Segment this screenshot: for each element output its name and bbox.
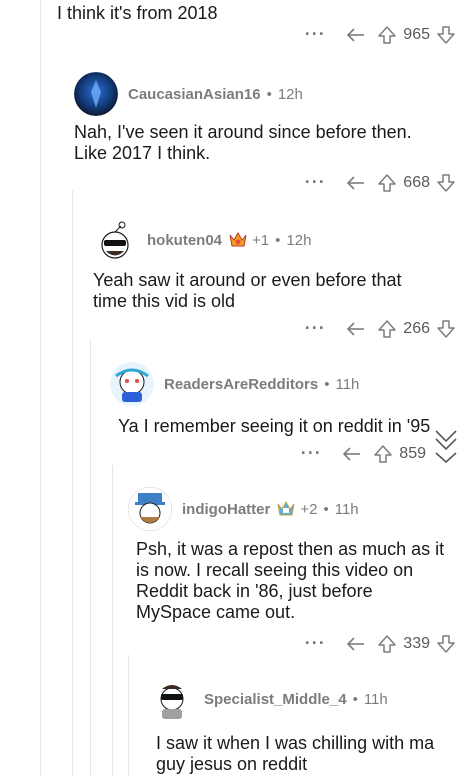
thread-line-5	[128, 655, 129, 776]
comment-header: hokuten04 +1 • 12h	[93, 218, 463, 262]
separator-dot: •	[323, 500, 329, 518]
vote-count: 859	[399, 444, 426, 462]
vote-count: 266	[403, 319, 430, 337]
upvote-icon[interactable]	[377, 634, 397, 654]
comment-meta: CaucasianAsian16 • 12h	[128, 86, 303, 103]
comment-header: ReadersAreRedditors • 11h	[110, 362, 455, 406]
timestamp: 11h	[334, 500, 359, 518]
vote-count: 965	[403, 25, 430, 43]
upvote-icon[interactable]	[373, 444, 393, 464]
reply-icon[interactable]	[335, 27, 377, 43]
upvote-icon[interactable]	[377, 319, 397, 339]
avatar[interactable]	[110, 362, 154, 406]
timestamp: 12h	[277, 85, 303, 103]
avatar[interactable]	[128, 487, 172, 531]
award-count: +2	[300, 500, 318, 518]
comment: hokuten04 +1 • 12h Yeah saw it around or…	[93, 218, 463, 312]
award-icon	[228, 231, 248, 249]
reply-icon[interactable]	[335, 636, 377, 652]
reply-icon[interactable]	[335, 321, 377, 337]
award-count: +1	[252, 231, 270, 249]
separator-dot: •	[266, 85, 272, 103]
comment-body: Yeah saw it around or even before that t…	[93, 270, 402, 311]
vote-count: 339	[403, 634, 430, 652]
thread-line-4	[112, 465, 113, 776]
separator-dot: •	[324, 375, 330, 393]
more-options-icon[interactable]: ···	[295, 24, 335, 45]
separator-dot: •	[352, 690, 358, 708]
username[interactable]: indigoHatter	[182, 501, 270, 518]
comment-actions: ··· 965	[295, 24, 456, 45]
username[interactable]: hokuten04	[147, 232, 222, 249]
downvote-icon[interactable]	[436, 173, 456, 193]
more-options-icon[interactable]: ···	[295, 318, 335, 339]
comment-actions: ··· 859	[291, 443, 432, 464]
timestamp: 11h	[335, 375, 360, 393]
downvote-icon[interactable]	[436, 319, 456, 339]
reply-icon[interactable]	[331, 446, 373, 462]
upvote-icon[interactable]	[377, 173, 397, 193]
reply-icon[interactable]	[335, 175, 377, 191]
comment-body: Ya I remember seeing it on reddit in '95	[118, 416, 431, 436]
more-options-icon[interactable]: ···	[291, 443, 331, 464]
thread-line-1	[40, 0, 41, 776]
comment: indigoHatter +2 • 11h Psh, it was a repo…	[128, 487, 463, 623]
comment-body: I think it's from 2018	[57, 3, 218, 23]
vote-count: 668	[403, 173, 430, 191]
username[interactable]: CaucasianAsian16	[128, 86, 261, 103]
comment-body: Psh, it was a repost then as much as it …	[136, 539, 445, 622]
comment-actions: ··· 339	[295, 633, 456, 654]
comment-body: Nah, I've seen it around since before th…	[74, 122, 412, 163]
comment-meta: hokuten04 +1 • 12h	[147, 231, 311, 249]
downvote-icon[interactable]	[436, 25, 456, 45]
comment-body: I saw it when I was chilling with ma guy…	[156, 733, 435, 774]
thread-line-3	[90, 340, 91, 776]
username[interactable]: Specialist_Middle_4	[204, 691, 347, 708]
upvote-icon[interactable]	[377, 25, 397, 45]
award-icon	[276, 500, 296, 518]
comment-top: I think it's from 2018	[57, 0, 218, 24]
separator-dot: •	[275, 231, 281, 249]
comment-actions: ··· 266	[295, 318, 456, 339]
comment: ReadersAreRedditors • 11h Ya I remember …	[110, 362, 455, 437]
more-options-icon[interactable]: ···	[295, 172, 335, 193]
comment: Specialist_Middle_4 • 11h I saw it when …	[150, 677, 465, 775]
timestamp: 12h	[286, 231, 312, 249]
comment-header: indigoHatter +2 • 11h	[128, 487, 463, 531]
avatar[interactable]	[74, 72, 118, 116]
avatar[interactable]	[93, 218, 137, 262]
timestamp: 11h	[363, 690, 388, 708]
username[interactable]: ReadersAreRedditors	[164, 376, 318, 393]
more-options-icon[interactable]: ···	[295, 633, 335, 654]
comment: CaucasianAsian16 • 12h Nah, I've seen it…	[74, 72, 464, 164]
comment-meta: indigoHatter +2 • 11h	[182, 500, 359, 518]
comment-actions: ··· 668	[295, 172, 456, 193]
collapse-chevron-icon[interactable]	[432, 425, 460, 465]
downvote-icon[interactable]	[436, 634, 456, 654]
comment-header: Specialist_Middle_4 • 11h	[150, 677, 465, 721]
comment-header: CaucasianAsian16 • 12h	[74, 72, 464, 116]
comment-meta: Specialist_Middle_4 • 11h	[204, 691, 388, 708]
avatar[interactable]	[150, 677, 194, 721]
comment-meta: ReadersAreRedditors • 11h	[164, 376, 359, 393]
thread-line-2	[72, 190, 73, 776]
